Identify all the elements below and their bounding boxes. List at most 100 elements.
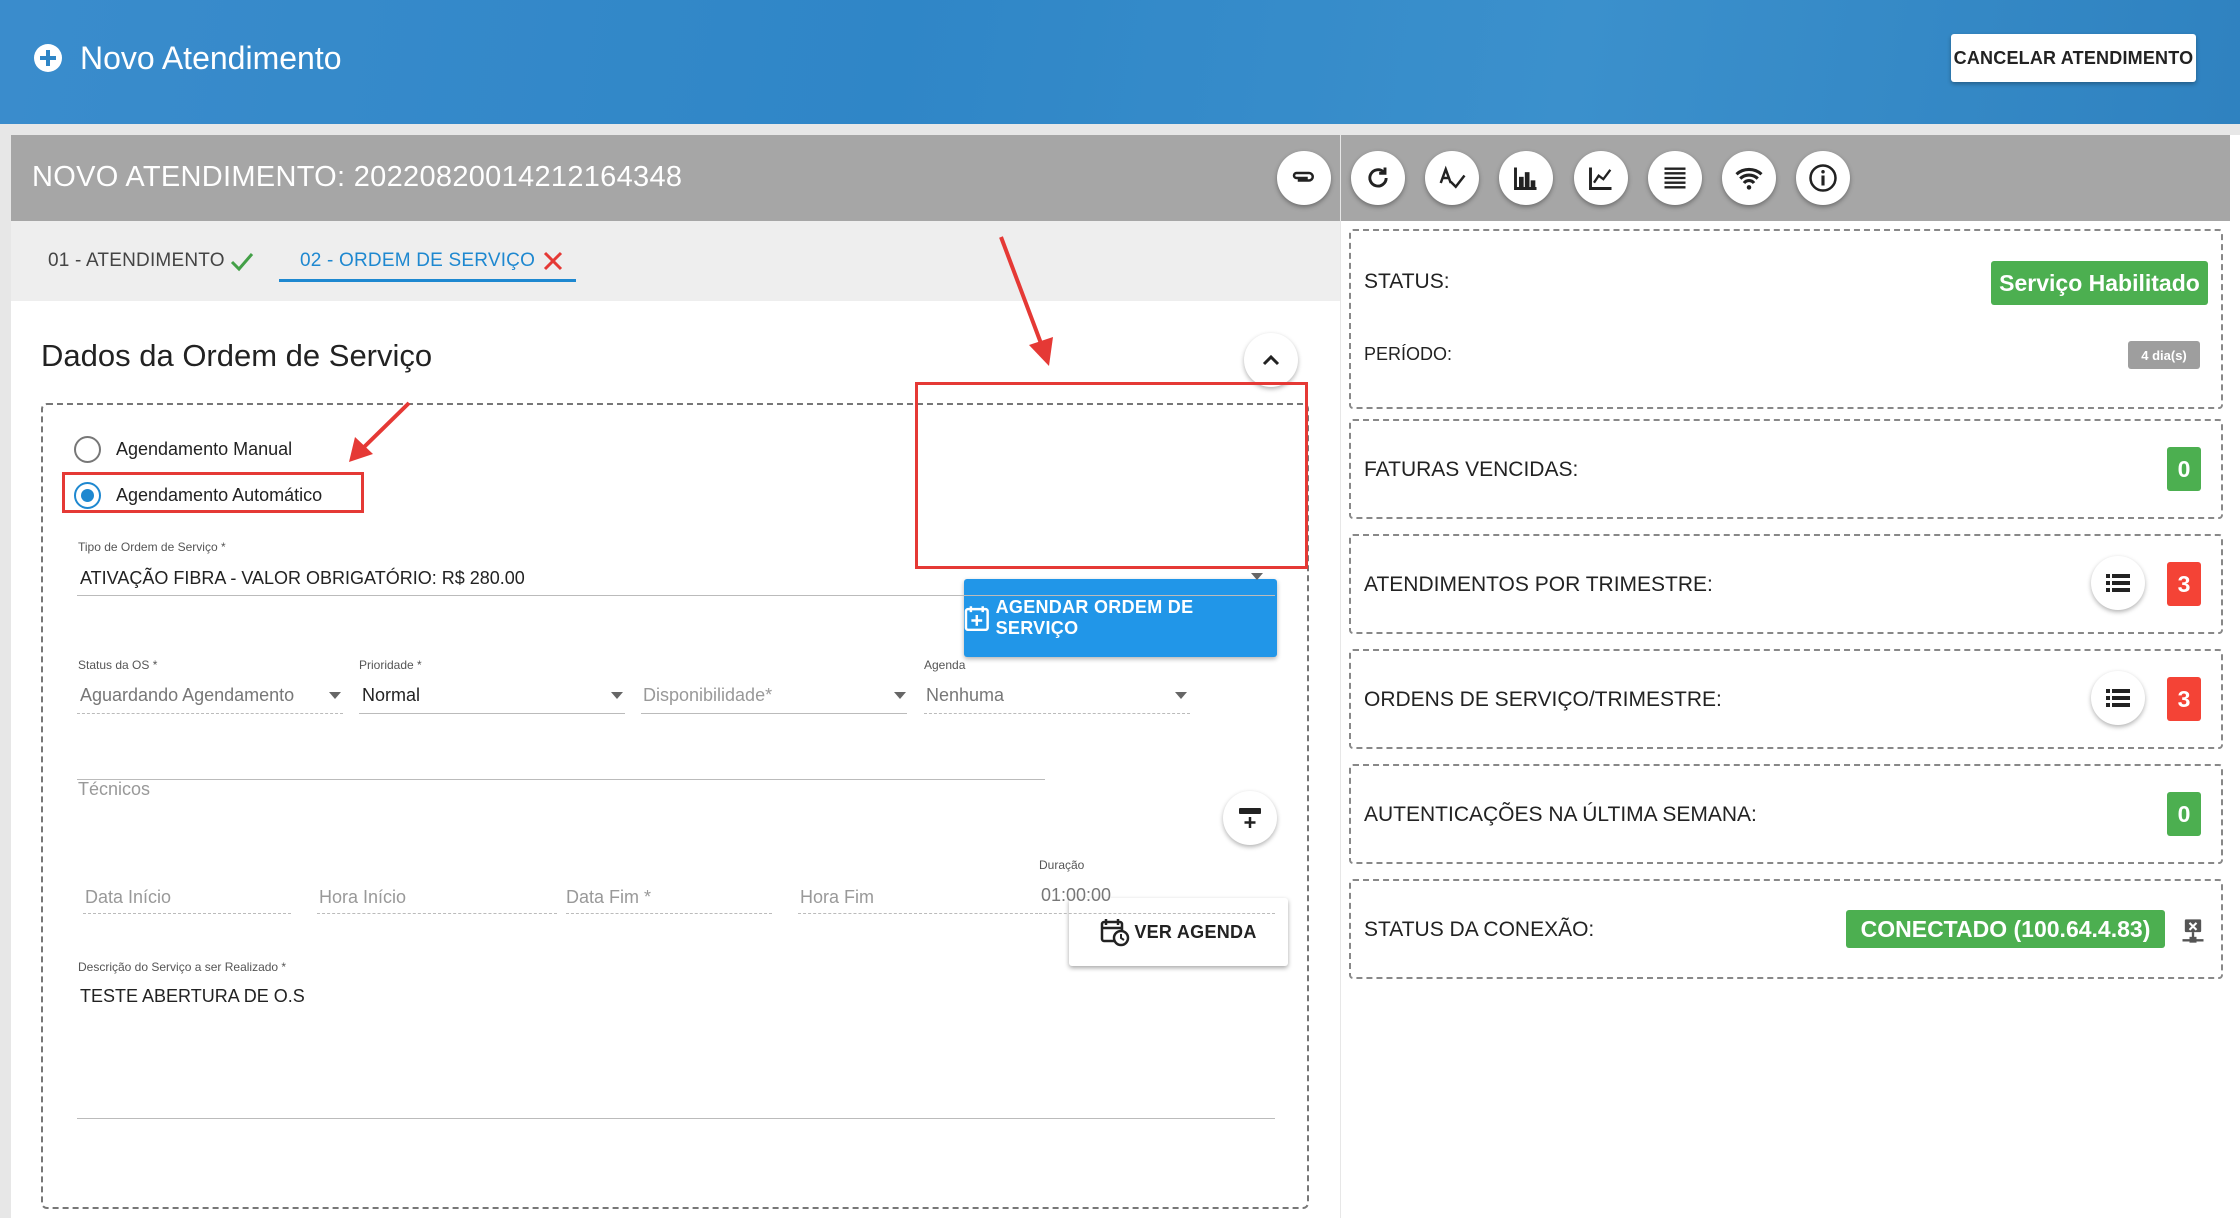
cancel-attendance-button[interactable]: CANCELAR ATENDIMENTO <box>1951 34 2196 82</box>
prioridade-select[interactable]: Normal <box>362 685 420 706</box>
faturas-badge: 0 <box>2167 447 2201 491</box>
section-title: Dados da Ordem de Serviço <box>41 338 433 373</box>
calendar-plus-icon <box>964 606 989 632</box>
status-underline <box>77 713 343 714</box>
info-icon <box>1809 164 1837 192</box>
conexao-badge: CONECTADO (100.64.4.83) <box>1846 910 2165 948</box>
refresh-button[interactable] <box>1351 151 1405 205</box>
status-badge: Serviço Habilitado <box>1991 261 2208 305</box>
tecnicos-input[interactable]: Técnicos <box>78 779 150 800</box>
duracao-label: Duração <box>1039 858 1085 872</box>
atendimentos-badge: 3 <box>2167 562 2201 606</box>
line-chart-icon <box>1589 167 1612 190</box>
disponibilidade-select[interactable]: Disponibilidade* <box>643 685 772 706</box>
panel-header-title: NOVO ATENDIMENTO: 20220820014212164348 <box>32 161 683 193</box>
autenticacoes-badge: 0 <box>2167 792 2201 836</box>
app-title: Novo Atendimento <box>34 38 342 78</box>
hora-inicio-underline <box>317 913 557 914</box>
atendimentos-label: ATENDIMENTOS POR TRIMESTRE: <box>1364 573 1713 596</box>
app-title-text: Novo Atendimento <box>80 39 342 76</box>
tab-ordem-label: 02 - ORDEM DE SERVIÇO <box>300 250 536 271</box>
periodo-badge: 4 dia(s) <box>2128 341 2200 369</box>
tab-atendimento[interactable]: 01 - ATENDIMENTO <box>48 221 255 301</box>
wifi-button[interactable] <box>1722 151 1776 205</box>
disponibilidade-dropdown-icon[interactable] <box>894 692 906 699</box>
atendimentos-list-button[interactable] <box>2091 556 2145 610</box>
periodo-label: PERÍODO: <box>1364 344 1453 364</box>
bar-chart-button[interactable] <box>1499 151 1553 205</box>
prioridade-underline <box>359 713 625 714</box>
data-inicio-input[interactable]: Data Início <box>85 887 171 908</box>
tipo-label: Tipo de Ordem de Serviço * <box>78 540 226 554</box>
data-inicio-underline <box>83 913 291 914</box>
list-bullets-icon <box>2106 689 2130 707</box>
hora-fim-underline <box>798 913 1038 914</box>
schedule-service-order-button[interactable]: AGENDAR ORDEM DE SERVIÇO <box>964 579 1277 657</box>
wifi-icon <box>1735 167 1763 190</box>
autenticacoes-card: AUTENTICAÇÕES NA ÚLTIMA SEMANA: 0 <box>1349 764 2223 864</box>
line-chart-button[interactable] <box>1574 151 1628 205</box>
network-disconnect-icon[interactable] <box>2179 917 2207 945</box>
prioridade-dropdown-icon[interactable] <box>611 692 623 699</box>
chevron-up-icon <box>1262 354 1280 366</box>
status-os-select[interactable]: Aguardando Agendamento <box>80 685 294 706</box>
prioridade-label: Prioridade * <box>359 658 422 672</box>
bar-chart-icon <box>1514 167 1537 190</box>
status-os-label: Status da OS * <box>78 658 158 672</box>
radio-manual[interactable]: Agendamento Manual <box>74 436 292 463</box>
hora-fim-input[interactable]: Hora Fim <box>800 887 874 908</box>
tipo-dropdown-icon[interactable] <box>1251 573 1263 580</box>
ordens-card: ORDENS DE SERVIÇO/TRIMESTRE: 3 <box>1349 649 2223 749</box>
agenda-select[interactable]: Nenhuma <box>926 685 1004 706</box>
ordens-list-button[interactable] <box>2091 671 2145 725</box>
hora-inicio-input[interactable]: Hora Início <box>319 887 406 908</box>
view-agenda-label: VER AGENDA <box>1134 921 1257 942</box>
spellcheck-icon <box>1439 165 1466 189</box>
descricao-label: Descrição do Serviço a ser Realizado * <box>78 960 287 974</box>
annotation-highlight-radio <box>62 472 364 513</box>
duracao-input[interactable]: 01:00:00 <box>1041 885 1111 906</box>
descricao-textarea[interactable]: TESTE ABERTURA DE O.S <box>80 986 305 1007</box>
add-schedule-button[interactable] <box>1223 791 1277 845</box>
list-button[interactable] <box>1648 151 1702 205</box>
tipo-underline <box>77 595 1275 596</box>
autenticacoes-label: AUTENTICAÇÕES NA ÚLTIMA SEMANA: <box>1364 803 1757 826</box>
collapse-section-button[interactable] <box>1244 333 1298 387</box>
add-row-icon <box>1239 808 1261 828</box>
add-circle-icon <box>34 44 62 72</box>
schedule-button-label: AGENDAR ORDEM DE SERVIÇO <box>995 597 1194 638</box>
data-fim-input[interactable]: Data Fim * <box>566 887 651 908</box>
list-icon <box>1664 167 1686 189</box>
radio-manual-label: Agendamento Manual <box>116 439 293 459</box>
status-label: STATUS: <box>1364 270 1450 293</box>
stats-toolbar <box>1341 135 2230 221</box>
status-dropdown-icon[interactable] <box>329 692 341 699</box>
agenda-underline <box>924 713 1190 714</box>
agenda-dropdown-icon[interactable] <box>1175 692 1187 699</box>
descricao-underline <box>77 1118 1275 1119</box>
atendimentos-card: ATENDIMENTOS POR TRIMESTRE: 3 <box>1349 534 2223 634</box>
faturas-card: FATURAS VENCIDAS: 0 <box>1349 419 2223 519</box>
view-agenda-button[interactable]: VER AGENDA <box>1069 898 1288 966</box>
spellcheck-button[interactable] <box>1425 151 1479 205</box>
attach-button[interactable] <box>1277 151 1331 205</box>
refresh-icon <box>1368 167 1388 188</box>
conexao-label: STATUS DA CONEXÃO: <box>1364 918 1595 941</box>
tab-bar: 01 - ATENDIMENTO 02 - ORDEM DE SERVIÇO <box>11 221 1340 301</box>
tab-atendimento-label: 01 - ATENDIMENTO <box>48 250 225 271</box>
calendar-clock-icon <box>1101 919 1130 947</box>
tecnicos-top-line <box>77 779 1045 780</box>
list-bullets-icon <box>2106 574 2130 592</box>
tab-ordem-de-servico[interactable]: 02 - ORDEM DE SERVIÇO <box>300 221 565 301</box>
close-x-icon <box>544 251 563 271</box>
agenda-label: Agenda <box>924 658 966 672</box>
tipo-select[interactable]: ATIVAÇÃO FIBRA - VALOR OBRIGATÓRIO: R$ 2… <box>80 568 525 589</box>
data-fim-underline <box>566 913 772 914</box>
conexao-card: STATUS DA CONEXÃO: CONECTADO (100.64.4.8… <box>1349 879 2223 979</box>
ordens-badge: 3 <box>2167 677 2201 721</box>
radio-manual-control[interactable] <box>74 436 101 463</box>
active-tab-indicator <box>279 279 576 282</box>
check-icon <box>230 253 253 272</box>
service-order-panel: NOVO ATENDIMENTO: 20220820014212164348 0… <box>11 135 1340 1218</box>
info-button[interactable] <box>1796 151 1850 205</box>
